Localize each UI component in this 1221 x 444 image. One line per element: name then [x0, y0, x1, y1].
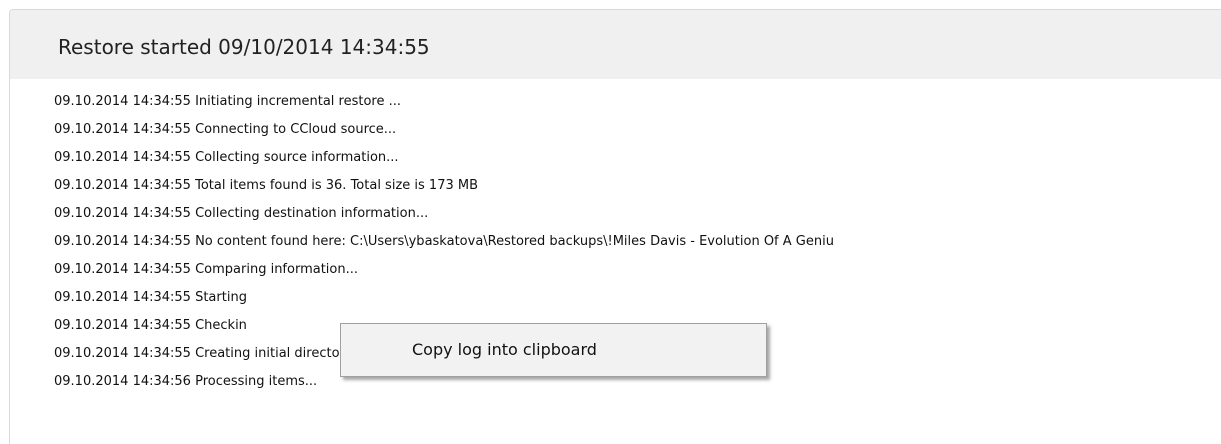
copy-log-label: Copy log into clipboard: [412, 340, 597, 359]
log-line: 09.10.2014 14:34:55 Total items found is…: [54, 178, 478, 193]
restore-header: Restore started 09/10/2014 14:34:55: [10, 10, 1221, 79]
restore-log-panel: Restore started 09/10/2014 14:34:55 09.1…: [9, 9, 1221, 444]
copy-log-menu-item[interactable]: Copy log into clipboard: [341, 324, 766, 376]
log-line: 09.10.2014 14:34:55 Starting: [54, 290, 247, 305]
log-line: 09.10.2014 14:34:55 No content found her…: [54, 234, 834, 249]
context-menu: Copy log into clipboard: [340, 323, 767, 377]
log-line: 09.10.2014 14:34:55 Comparing informatio…: [54, 262, 359, 277]
log-line: 09.10.2014 14:34:55 Collecting source in…: [54, 150, 399, 165]
log-line: 09.10.2014 14:34:55 Connecting to CCloud…: [54, 122, 397, 137]
restore-title: Restore started 09/10/2014 14:34:55: [58, 35, 430, 59]
log-line: 09.10.2014 14:34:55 Initiating increment…: [54, 94, 402, 109]
log-line: 09.10.2014 14:34:55 Collecting destinati…: [54, 206, 429, 221]
